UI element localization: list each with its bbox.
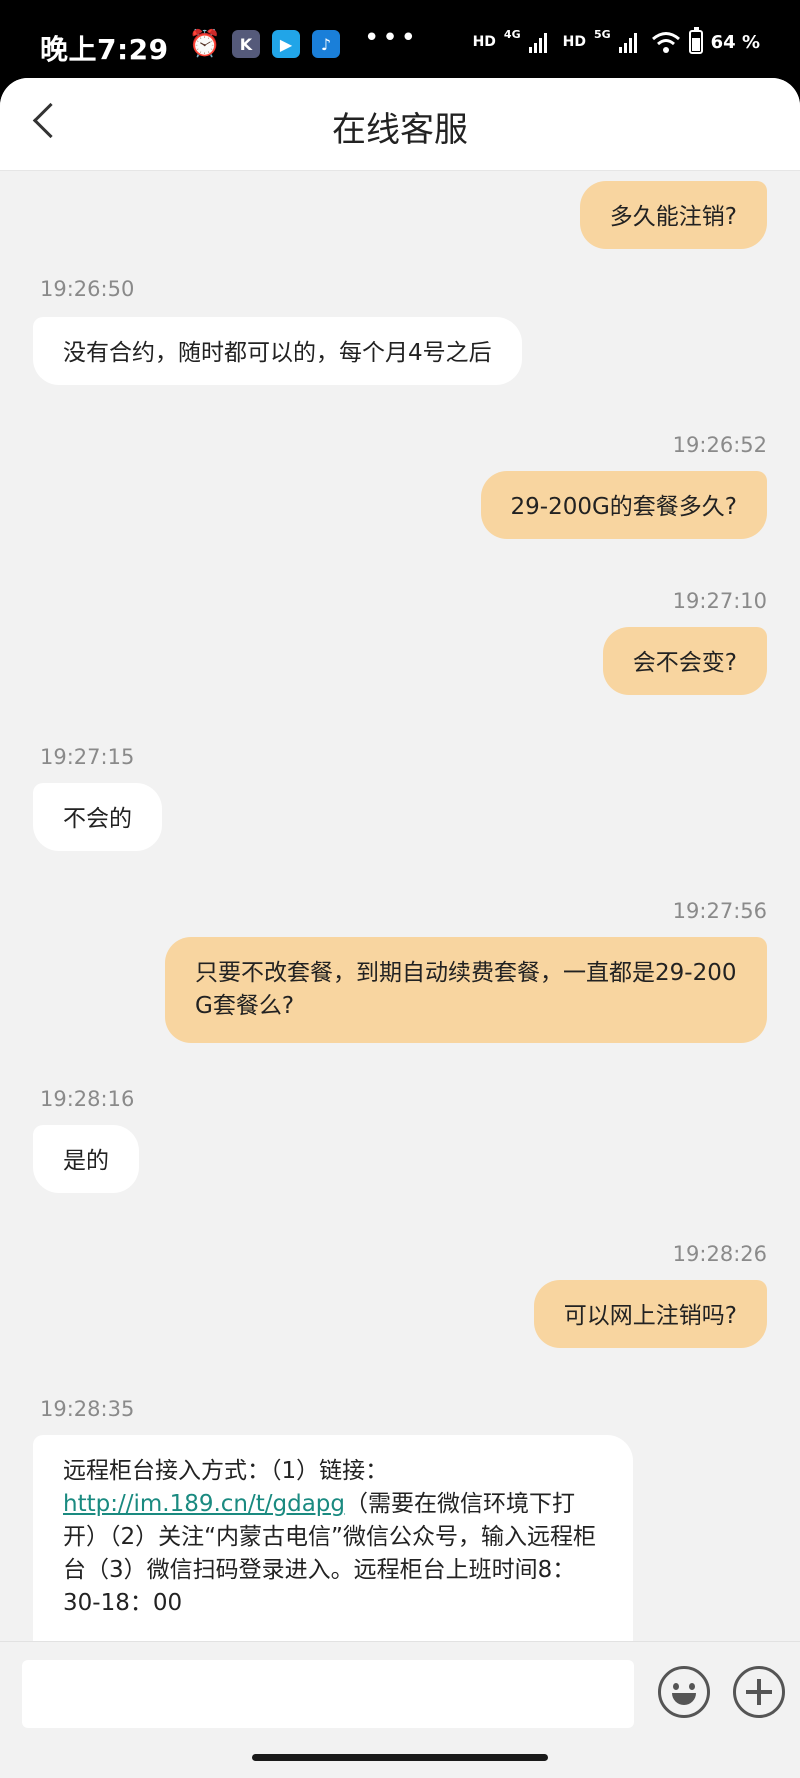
message-link[interactable]: http://im.189.cn/t/gdapg xyxy=(63,1491,345,1517)
network-type-1: 4G xyxy=(503,27,521,41)
emoji-icon-mouth xyxy=(672,1693,696,1705)
message-bubble-outgoing: 只要不改套餐，到期自动续费套餐，一直都是29-200 G套餐么? xyxy=(165,937,767,1043)
message-timestamp: 19:26:50 xyxy=(40,277,135,301)
message-bubble-incoming: 是的 xyxy=(33,1125,139,1193)
plus-icon xyxy=(757,1679,761,1705)
message-bubble-incoming: 没有合约，随时都可以的，每个月4号之后 xyxy=(33,317,522,385)
message-timestamp: 19:28:16 xyxy=(40,1087,135,1111)
more-notifications-icon: ••• xyxy=(364,23,420,53)
status-time: 晚上7:29 xyxy=(40,33,169,66)
battery-icon xyxy=(688,27,703,54)
message-bubble-outgoing: 会不会变? xyxy=(602,627,767,695)
message-timestamp: 19:28:26 xyxy=(672,1242,767,1266)
alarm-icon: ⏰ xyxy=(188,29,222,59)
message-bubble-incoming: 不会的 xyxy=(33,783,162,851)
message-bubble-outgoing: 可以网上注销吗? xyxy=(533,1280,767,1348)
message-text: 远程柜台接入方式：（1）链接： xyxy=(63,1458,389,1484)
message-input[interactable] xyxy=(22,1660,634,1728)
message-bubble-outgoing: 29-200G的套餐多久? xyxy=(480,471,767,539)
message-timestamp: 19:27:15 xyxy=(40,745,135,769)
emoji-icon-eye xyxy=(689,1683,695,1690)
message-timestamp: 19:27:10 xyxy=(672,589,767,613)
network-type-2: 5G xyxy=(593,27,611,41)
message-timestamp: 19:26:52 xyxy=(672,433,767,457)
chat-screen: 在线客服 多久能注销? 19:26:50 没有合约，随时都可以的，每个月4号之后… xyxy=(0,78,800,1778)
wifi-icon xyxy=(651,32,680,53)
notification-icons: ⏰ K ▶ ♪ ••• xyxy=(188,23,419,59)
emoji-icon-eye xyxy=(673,1683,679,1690)
message-bubble-outgoing: 多久能注销? xyxy=(579,181,767,249)
hd-label-1: HD xyxy=(472,34,496,50)
signal-icon-2 xyxy=(618,31,637,53)
message-list[interactable]: 多久能注销? 19:26:50 没有合约，随时都可以的，每个月4号之后 19:2… xyxy=(0,171,800,1641)
tiktok-icon: ♪ xyxy=(312,30,340,58)
home-indicator[interactable] xyxy=(252,1754,548,1761)
plus-button[interactable] xyxy=(733,1666,785,1718)
message-bubble-incoming: 远程柜台接入方式：（1）链接：http://im.189.cn/t/gdapg（… xyxy=(33,1435,633,1641)
emoji-button[interactable] xyxy=(658,1666,710,1718)
header: 在线客服 xyxy=(0,78,800,171)
page-title: 在线客服 xyxy=(332,110,468,150)
message-timestamp: 19:28:35 xyxy=(40,1397,135,1421)
status-indicators: HD 4G HD 5G 64 % xyxy=(472,27,760,54)
signal-icon-1 xyxy=(528,31,547,53)
message-timestamp: 19:27:56 xyxy=(672,899,767,923)
battery-percent: 64 % xyxy=(710,31,760,53)
k-app-icon: K xyxy=(232,30,260,58)
hd-label-2: HD xyxy=(562,34,586,50)
video-app-icon: ▶ xyxy=(272,30,300,58)
